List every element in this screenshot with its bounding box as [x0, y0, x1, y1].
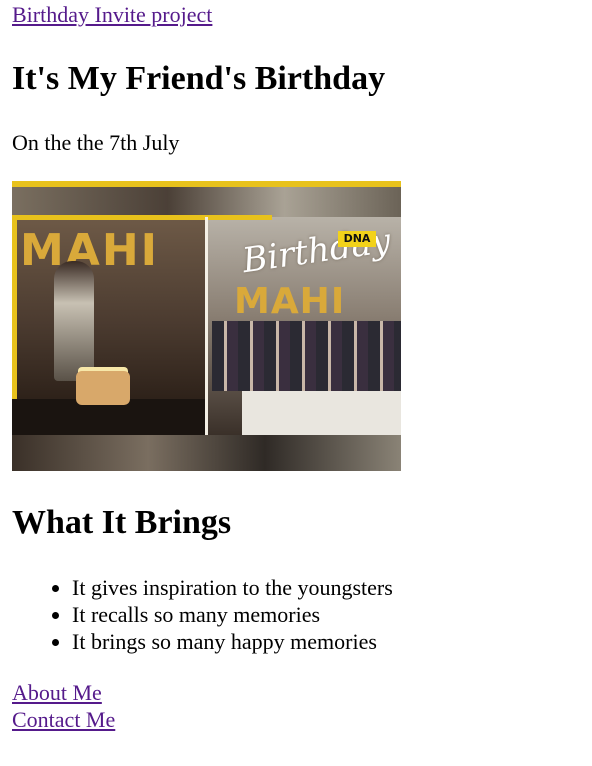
page: { "nav": { "top_link": "Birthday Invite …	[0, 0, 592, 766]
man-cutting-cake	[54, 261, 94, 381]
photo-gold-border-mid	[12, 215, 272, 220]
contact-me-link[interactable]: Contact Me	[12, 706, 115, 733]
list-item: It brings so many happy memories	[72, 628, 393, 655]
photo-divider	[205, 217, 208, 435]
birthday-invite-project-link[interactable]: Birthday Invite project	[12, 2, 212, 28]
right-balloon-letters: MAHI	[234, 281, 346, 322]
photo-blur-bottom	[12, 435, 401, 471]
photo-gold-border-top	[12, 181, 401, 187]
page-title: It's My Friend's Birthday	[12, 60, 386, 97]
about-me-link[interactable]: About Me	[12, 679, 102, 706]
event-date-text: On the the 7th July	[12, 130, 180, 155]
group-of-people	[212, 321, 401, 391]
benefits-list: It gives inspiration to the youngsters I…	[12, 574, 393, 655]
right-table	[242, 391, 401, 435]
list-item: It recalls so many memories	[72, 601, 393, 628]
list-item: It gives inspiration to the youngsters	[72, 574, 393, 601]
birthday-photo: MAHI Birthday DNA MAHI	[12, 181, 401, 471]
dna-logo-badge: DNA	[338, 231, 376, 247]
section-title: What It Brings	[12, 504, 232, 541]
birthday-cake	[76, 371, 130, 405]
